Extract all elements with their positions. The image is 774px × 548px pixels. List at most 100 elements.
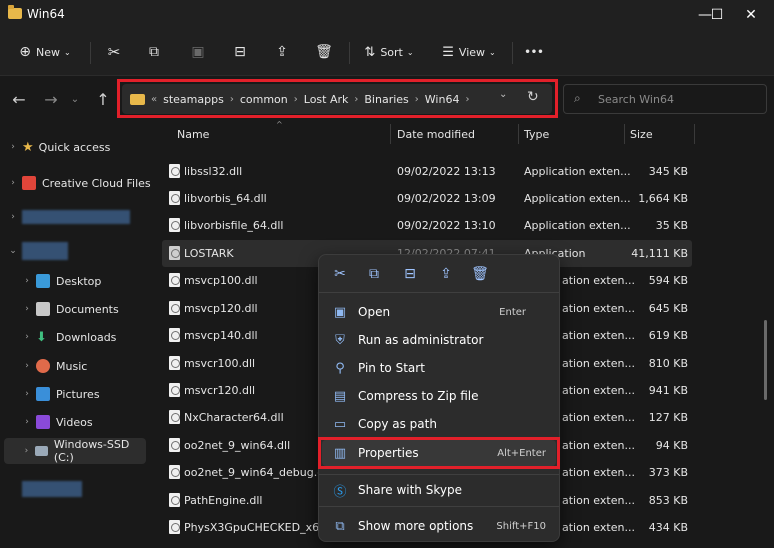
- view-label: View: [458, 45, 486, 59]
- column-header-type[interactable]: Type: [524, 128, 549, 141]
- file-name: libssl32.dll: [184, 165, 243, 178]
- file-name: msvcp140.dll: [184, 329, 258, 342]
- cut-button[interactable]: ✂: [100, 38, 128, 66]
- scissors-icon: ✂: [334, 266, 346, 282]
- menu-item-open[interactable]: ▣ Open Enter: [322, 299, 556, 325]
- app-exe-icon: [169, 246, 180, 260]
- view-button[interactable]: ☰ View ⌄: [436, 38, 502, 66]
- table-row-clipped: [162, 144, 692, 150]
- file-type: ation exten...: [562, 302, 635, 315]
- menu-item-label: Open: [358, 305, 391, 319]
- clipboard-icon: ▣: [191, 44, 205, 60]
- menu-cut-button[interactable]: ✂: [326, 262, 354, 286]
- up-button[interactable]: ↑: [92, 88, 114, 110]
- share-button[interactable]: ⇪: [268, 38, 296, 66]
- menu-copy-button[interactable]: ⧉: [360, 262, 388, 286]
- sort-button[interactable]: ⇅ Sort ⌄: [358, 38, 420, 66]
- menu-item-share-skype[interactable]: Ⓢ Share with Skype: [322, 477, 556, 503]
- sidebar-item-desktop[interactable]: › Desktop: [0, 268, 152, 294]
- file-name: msvcp120.dll: [184, 302, 258, 315]
- star-icon: ★: [22, 139, 34, 155]
- recent-locations-button[interactable]: ⌄: [64, 88, 86, 110]
- file-type: Application exten...: [524, 219, 631, 232]
- paste-button[interactable]: ▣: [184, 38, 212, 66]
- dll-file-icon: [169, 383, 180, 397]
- dll-file-icon: [169, 328, 180, 342]
- sidebar-item-downloads[interactable]: › ⬇ Downloads: [0, 324, 152, 350]
- scrollbar-thumb[interactable]: [764, 320, 767, 400]
- folder-icon: [8, 5, 22, 19]
- file-type: ation exten...: [562, 329, 635, 342]
- chevron-right-icon: ›: [25, 389, 29, 399]
- file-size: 1,664 KB: [638, 192, 688, 205]
- file-size: 41,111 KB: [631, 247, 688, 260]
- sidebar-item-pc[interactable]: ⌄: [0, 238, 152, 264]
- column-divider[interactable]: [694, 124, 695, 144]
- open-icon: ▣: [333, 304, 347, 320]
- title-bar: [0, 0, 774, 30]
- menu-item-label: Show more options: [358, 519, 474, 533]
- file-size: 345 KB: [648, 165, 688, 178]
- back-button[interactable]: ←: [8, 88, 30, 110]
- file-size: 35 KB: [655, 219, 688, 232]
- sidebar-item-videos[interactable]: › Videos: [0, 409, 152, 435]
- pictures-icon: [36, 387, 50, 401]
- column-header-name[interactable]: Name: [177, 128, 209, 141]
- copy-icon: ⧉: [369, 266, 379, 282]
- forward-button[interactable]: →: [40, 88, 62, 110]
- new-button[interactable]: ⊕ New ⌄: [12, 38, 78, 66]
- table-row[interactable]: libssl32.dll 09/02/2022 13:13 Applicatio…: [162, 158, 692, 185]
- delete-button[interactable]: 🗑: [310, 38, 338, 66]
- toolbar-divider: [349, 42, 350, 64]
- rename-button[interactable]: ⊟: [226, 38, 254, 66]
- close-button[interactable]: ✕: [728, 0, 774, 30]
- chevron-right-icon: ›: [25, 417, 29, 427]
- toolbar-divider: [90, 42, 91, 64]
- menu-share-button[interactable]: ⇪: [432, 262, 460, 286]
- menu-item-compress-zip[interactable]: ▤ Compress to Zip file: [322, 383, 556, 409]
- menu-delete-button[interactable]: 🗑: [466, 262, 494, 286]
- sidebar-item-pictures[interactable]: › Pictures: [0, 381, 152, 407]
- sidebar-item-label: Music: [56, 359, 88, 373]
- file-size: 645 KB: [648, 302, 688, 315]
- menu-item-pin-to-start[interactable]: ⚲ Pin to Start: [322, 355, 556, 381]
- column-divider[interactable]: [390, 124, 391, 144]
- menu-item-show-more-options[interactable]: ⧉ Show more options Shift+F10: [322, 513, 556, 539]
- sidebar-item-music[interactable]: › Music: [0, 353, 152, 379]
- search-box[interactable]: ⌕ Search Win64: [563, 84, 767, 114]
- videos-icon: [36, 415, 50, 429]
- sidebar-item-cloud[interactable]: ›: [0, 204, 152, 230]
- table-row[interactable]: libvorbis_64.dll 09/02/2022 13:09 Applic…: [162, 185, 692, 212]
- sidebar-item-windows-ssd[interactable]: › Windows-SSD (C:): [4, 438, 146, 464]
- dll-file-icon: [169, 465, 180, 479]
- table-row[interactable]: libvorbisfile_64.dll 09/02/2022 13:10 Ap…: [162, 212, 692, 239]
- column-header-size[interactable]: Size: [630, 128, 653, 141]
- dll-file-icon: [169, 191, 180, 205]
- column-header-date[interactable]: Date modified: [397, 128, 475, 141]
- menu-item-copy-as-path[interactable]: ▭ Copy as path: [322, 411, 556, 437]
- menu-item-run-as-admin[interactable]: ⛨ Run as administrator: [322, 327, 556, 353]
- copy-button[interactable]: ⧉: [140, 38, 168, 66]
- sort-ascending-icon: ^: [276, 120, 283, 129]
- sidebar-item-documents[interactable]: › Documents: [0, 296, 152, 322]
- sidebar-item-network[interactable]: [0, 476, 152, 502]
- menu-divider: [319, 474, 559, 475]
- sidebar-item-label: Pictures: [56, 387, 100, 401]
- more-options-button[interactable]: •••: [520, 38, 548, 66]
- copy-path-icon: ▭: [333, 416, 347, 432]
- file-type: ation exten...: [562, 521, 635, 534]
- sidebar-item-quick-access[interactable]: › ★ Quick access: [0, 134, 152, 160]
- more-options-icon: ⧉: [335, 518, 345, 534]
- column-divider[interactable]: [518, 124, 519, 144]
- file-type: Application exten...: [524, 192, 631, 205]
- menu-rename-button[interactable]: ⊟: [396, 262, 424, 286]
- menu-shortcut: Enter: [499, 306, 526, 318]
- sidebar-item-creative-cloud[interactable]: › Creative Cloud Files: [0, 170, 152, 196]
- trash-icon: 🗑: [471, 266, 489, 282]
- zip-icon: ▤: [333, 388, 347, 404]
- chevron-right-icon: ›: [11, 142, 15, 152]
- file-type: ation exten...: [562, 466, 635, 479]
- search-input[interactable]: Search Win64: [598, 93, 674, 106]
- column-divider[interactable]: [624, 124, 625, 144]
- trash-icon: 🗑: [315, 44, 333, 60]
